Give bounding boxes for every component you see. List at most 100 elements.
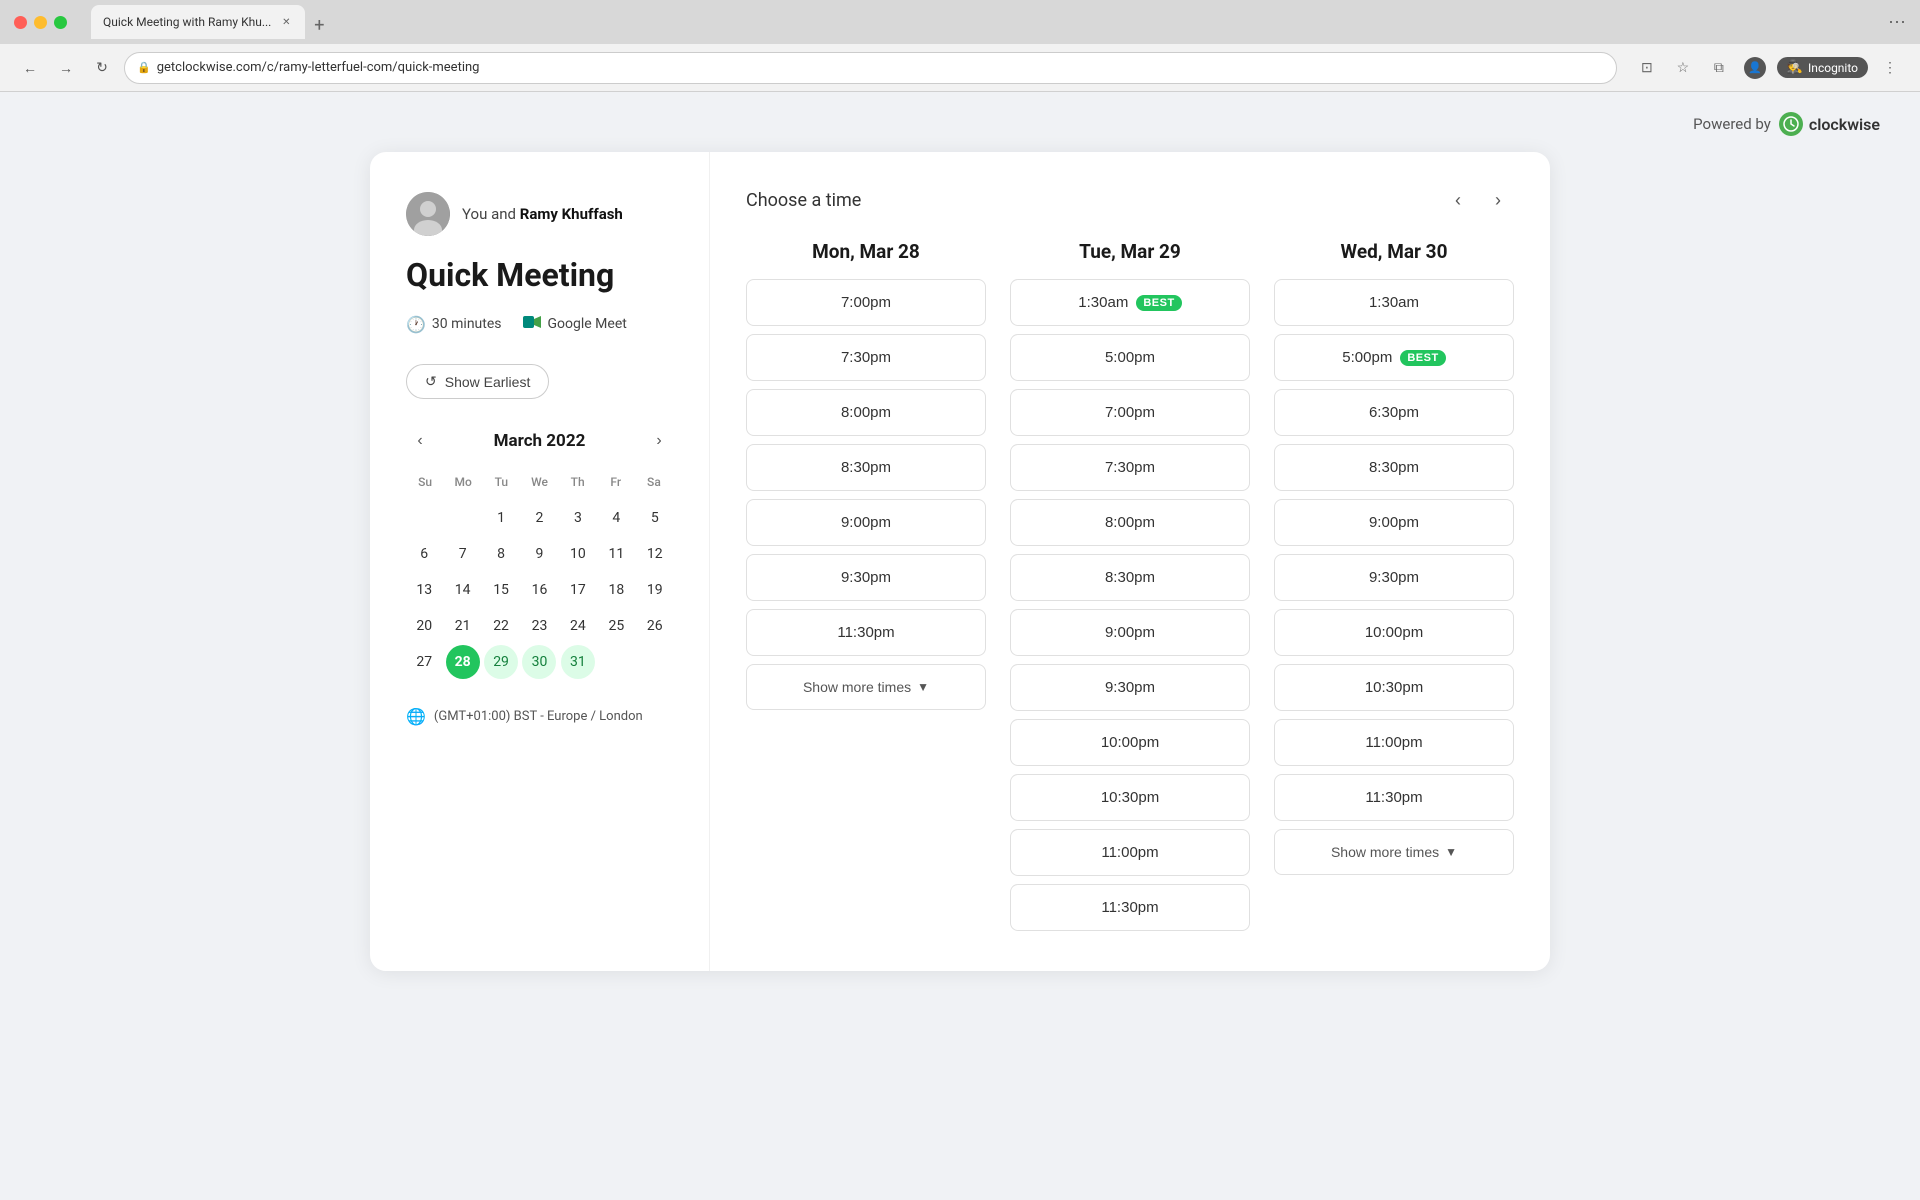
maximize-window-button[interactable] — [54, 16, 67, 29]
timezone-info: 🌐 (GMT+01:00) BST - Europe / London — [406, 707, 673, 726]
traffic-lights — [14, 16, 67, 29]
time-slot[interactable]: 7:00pm — [1010, 389, 1250, 436]
time-slot[interactable]: 8:30pm — [1010, 554, 1250, 601]
meeting-meta: 🕐 30 minutes Google Meet — [406, 312, 673, 336]
cal-date-18[interactable]: 18 — [599, 573, 633, 607]
cal-date-5[interactable]: 5 — [638, 501, 672, 535]
cal-date-23[interactable]: 23 — [522, 609, 556, 643]
time-slot[interactable]: 11:00pm — [1274, 719, 1514, 766]
cal-date-29[interactable]: 29 — [484, 645, 518, 679]
show-earliest-button[interactable]: ↺ Show Earliest — [406, 364, 549, 399]
cal-date-12[interactable]: 12 — [638, 537, 672, 571]
cal-date-16[interactable]: 16 — [522, 573, 556, 607]
time-slot[interactable]: 9:00pm — [1274, 499, 1514, 546]
cal-date-24[interactable]: 24 — [561, 609, 595, 643]
cal-date-11[interactable]: 11 — [599, 537, 633, 571]
chevron-down-icon: ▼ — [917, 680, 929, 694]
bookmark-icon[interactable]: ☆ — [1669, 54, 1697, 82]
time-slot[interactable]: 1:30am — [1274, 279, 1514, 326]
time-slot[interactable]: 11:30pm — [746, 609, 986, 656]
active-tab[interactable]: Quick Meeting with Ramy Khu... ✕ — [91, 5, 305, 39]
cal-date-21[interactable]: 21 — [446, 609, 480, 643]
minimize-window-button[interactable] — [34, 16, 47, 29]
cal-date-31[interactable]: 31 — [561, 645, 595, 679]
cal-date-15[interactable]: 15 — [484, 573, 518, 607]
next-week-button[interactable]: › — [1482, 184, 1514, 216]
cal-date-2[interactable]: 2 — [522, 501, 556, 535]
cal-date-10[interactable]: 10 — [561, 537, 595, 571]
powered-by-section: Powered by clockwise — [40, 112, 1880, 136]
back-button[interactable]: ← — [16, 54, 44, 82]
choose-time-header: Choose a time ‹ › — [746, 184, 1514, 216]
cal-date-8[interactable]: 8 — [484, 537, 518, 571]
cal-date-7[interactable]: 7 — [446, 537, 480, 571]
show-more-times-button-mon[interactable]: Show more times ▼ — [746, 664, 986, 710]
cal-date-14[interactable]: 14 — [446, 573, 480, 607]
browser-toolbar: ← → ↻ 🔒 getclockwise.com/c/ramy-letterfu… — [0, 44, 1920, 92]
tab-close-button[interactable]: ✕ — [279, 15, 293, 29]
time-slot[interactable]: 10:30pm — [1274, 664, 1514, 711]
column-header-wed: Wed, Mar 30 — [1274, 240, 1514, 263]
time-slot[interactable]: 9:30pm — [1010, 664, 1250, 711]
time-slot[interactable]: 8:00pm — [1010, 499, 1250, 546]
cal-date-13[interactable]: 13 — [407, 573, 441, 607]
duration-meta: 🕐 30 minutes — [406, 315, 502, 334]
timezone-label: (GMT+01:00) BST - Europe / London — [434, 709, 643, 724]
cast-icon[interactable]: ⊡ — [1633, 54, 1661, 82]
show-more-times-button-wed[interactable]: Show more times ▼ — [1274, 829, 1514, 875]
time-slot[interactable]: 10:00pm — [1010, 719, 1250, 766]
cal-date-27[interactable]: 27 — [407, 645, 441, 679]
extension-icon[interactable]: ⧉ — [1705, 54, 1733, 82]
cal-date-3[interactable]: 3 — [561, 501, 595, 535]
cal-date-25[interactable]: 25 — [599, 609, 633, 643]
time-slot[interactable]: 8:00pm — [746, 389, 986, 436]
left-panel: You and Ramy Khuffash Quick Meeting 🕐 30… — [370, 152, 710, 971]
cal-date-28[interactable]: 28 — [446, 645, 480, 679]
time-slot[interactable]: 11:30pm — [1274, 774, 1514, 821]
cal-date-26[interactable]: 26 — [638, 609, 672, 643]
time-slot[interactable]: 7:30pm — [746, 334, 986, 381]
window-menu-button[interactable]: ⋯ — [1888, 12, 1906, 33]
time-slot[interactable]: 8:30pm — [1274, 444, 1514, 491]
calendar-next-button[interactable]: › — [645, 427, 673, 455]
time-slot[interactable]: 7:30pm — [1010, 444, 1250, 491]
cal-date-empty — [446, 501, 480, 535]
ssl-icon: 🔒 — [137, 61, 151, 74]
day-label-we: We — [520, 471, 558, 493]
column-header-tue: Tue, Mar 29 — [1010, 240, 1250, 263]
incognito-badge: 🕵 Incognito — [1777, 57, 1868, 78]
time-slot[interactable]: 1:30am BEST — [1010, 279, 1250, 326]
close-window-button[interactable] — [14, 16, 27, 29]
time-slot[interactable]: 11:00pm — [1010, 829, 1250, 876]
time-slot[interactable]: 10:30pm — [1010, 774, 1250, 821]
new-tab-button[interactable]: + — [305, 11, 333, 39]
time-slot[interactable]: 9:00pm — [746, 499, 986, 546]
cal-date-19[interactable]: 19 — [638, 573, 672, 607]
refresh-button[interactable]: ↻ — [88, 54, 116, 82]
forward-button[interactable]: → — [52, 54, 80, 82]
time-slot[interactable]: 9:00pm — [1010, 609, 1250, 656]
profile-icon[interactable]: 👤 — [1741, 54, 1769, 82]
time-slot[interactable]: 9:30pm — [1274, 554, 1514, 601]
time-slot[interactable]: 10:00pm — [1274, 609, 1514, 656]
cal-date-20[interactable]: 20 — [407, 609, 441, 643]
time-slot[interactable]: 7:00pm — [746, 279, 986, 326]
time-slot[interactable]: 9:30pm — [746, 554, 986, 601]
browser-menu-button[interactable]: ⋮ — [1876, 54, 1904, 82]
calendar-prev-button[interactable]: ‹ — [406, 427, 434, 455]
cal-date-22[interactable]: 22 — [484, 609, 518, 643]
cal-date-9[interactable]: 9 — [522, 537, 556, 571]
time-slot[interactable]: 5:00pm — [1010, 334, 1250, 381]
time-slot[interactable]: 5:00pm BEST — [1274, 334, 1514, 381]
time-slot[interactable]: 11:30pm — [1010, 884, 1250, 931]
cal-date-17[interactable]: 17 — [561, 573, 595, 607]
time-slot[interactable]: 8:30pm — [746, 444, 986, 491]
cal-date-1[interactable]: 1 — [484, 501, 518, 535]
cal-date-30[interactable]: 30 — [522, 645, 556, 679]
cal-date-6[interactable]: 6 — [407, 537, 441, 571]
address-bar[interactable]: 🔒 getclockwise.com/c/ramy-letterfuel-com… — [124, 52, 1617, 84]
day-label-fr: Fr — [597, 471, 635, 493]
prev-week-button[interactable]: ‹ — [1442, 184, 1474, 216]
cal-date-4[interactable]: 4 — [599, 501, 633, 535]
time-slot[interactable]: 6:30pm — [1274, 389, 1514, 436]
